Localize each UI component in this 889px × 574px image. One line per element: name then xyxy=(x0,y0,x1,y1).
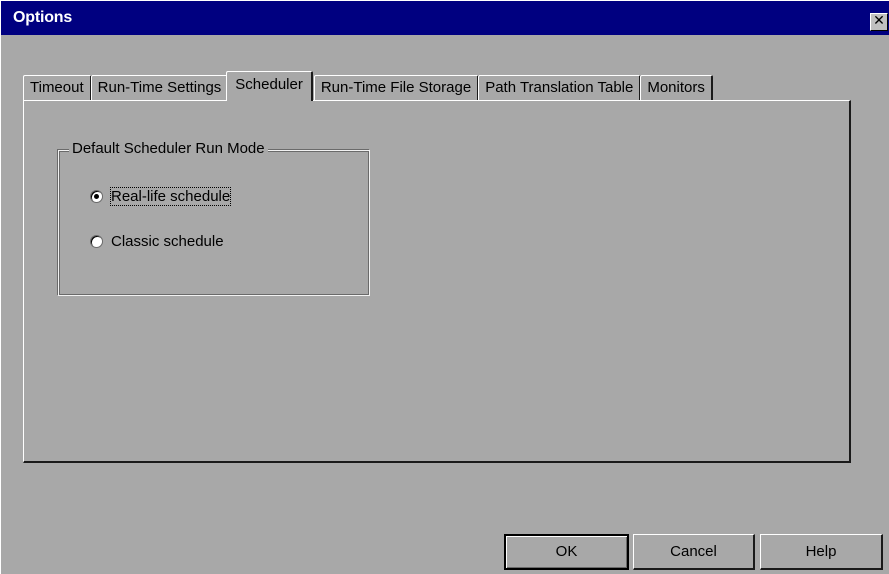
tab-path-translation-table[interactable]: Path Translation Table xyxy=(478,75,642,101)
tab-monitors[interactable]: Monitors xyxy=(640,75,713,101)
help-button[interactable]: Help xyxy=(760,534,883,570)
tab-run-time-file-storage[interactable]: Run-Time File Storage xyxy=(313,75,480,101)
scheduler-tab-panel: Default Scheduler Run Mode Real-life sch… xyxy=(23,100,851,463)
close-icon[interactable]: ✕ xyxy=(870,13,888,31)
window-title: Options xyxy=(13,9,73,26)
radio-classic-schedule[interactable]: Classic schedule xyxy=(90,233,224,250)
classic-schedule-label[interactable]: Classic schedule xyxy=(111,233,224,250)
tab-timeout[interactable]: Timeout xyxy=(23,75,92,101)
radio-checked-icon[interactable] xyxy=(90,190,103,203)
ok-button[interactable]: OK xyxy=(504,534,629,570)
run-mode-groupbox xyxy=(58,150,370,296)
radio-real-life-schedule[interactable]: Real-life schedule xyxy=(90,187,232,206)
title-bar[interactable]: Options ✕ xyxy=(1,1,889,35)
tab-strip: Timeout Run-Time Settings Scheduler Run-… xyxy=(23,71,713,101)
tab-run-time-settings[interactable]: Run-Time Settings xyxy=(90,75,230,101)
groupbox-title: Default Scheduler Run Mode xyxy=(69,140,268,157)
radio-unchecked-icon[interactable] xyxy=(90,235,103,248)
real-life-schedule-label[interactable]: Real-life schedule xyxy=(109,187,232,206)
cancel-button[interactable]: Cancel xyxy=(633,534,755,570)
options-dialog: Options ✕ Timeout Run-Time Settings Sche… xyxy=(0,0,889,574)
tab-scheduler[interactable]: Scheduler xyxy=(226,71,313,101)
